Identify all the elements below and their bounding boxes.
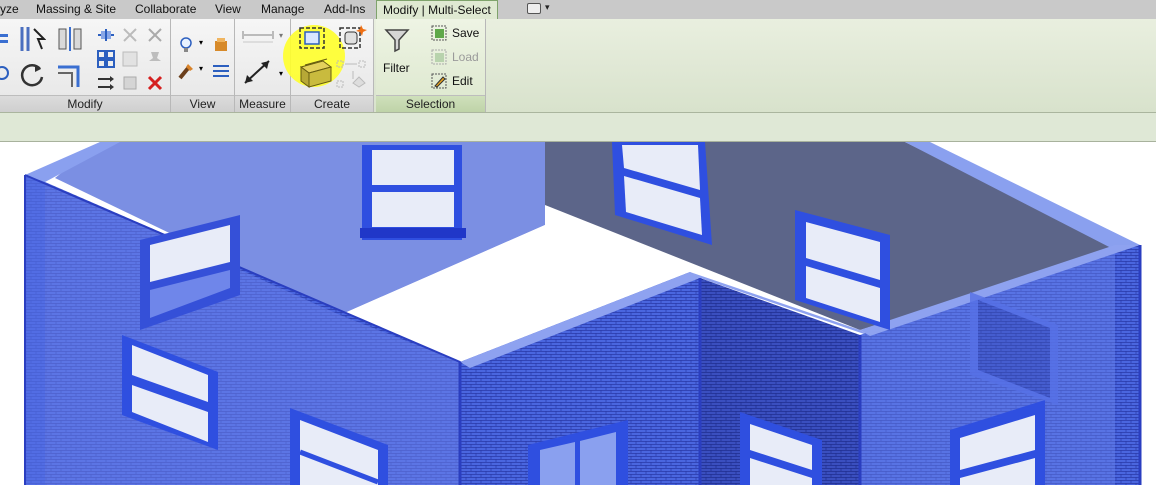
load-selection-icon[interactable] (431, 49, 447, 65)
panel-modify-label: Modify (0, 95, 170, 112)
create-group-icon[interactable] (297, 25, 327, 51)
aligned-dimension-icon[interactable] (241, 57, 275, 87)
create-assembly-icon[interactable] (337, 23, 367, 51)
panel-measure: ▾ ▾ Measure (235, 19, 291, 112)
lightbulb-override-icon[interactable] (177, 35, 197, 55)
save-selection-icon[interactable] (431, 25, 447, 41)
trim-extend-icon[interactable] (56, 61, 84, 89)
edit-selection-button[interactable]: Edit (452, 74, 473, 88)
panel-view: ▾ ▾ View (171, 19, 235, 112)
hide-element-icon[interactable] (211, 35, 231, 55)
offset-icon[interactable] (18, 25, 46, 53)
ribbon-options-dropdown-icon[interactable]: ▾ (545, 2, 550, 13)
align-icon[interactable] (0, 31, 16, 51)
panel-view-label: View (171, 95, 234, 112)
delete-icon[interactable] (145, 73, 165, 93)
tab-modify-multi-select[interactable]: Modify | Multi-Select (376, 0, 498, 19)
split-icon[interactable] (96, 73, 116, 93)
tab-manage[interactable]: Manage (261, 0, 304, 19)
filter-button-label[interactable]: Filter (383, 61, 410, 75)
tab-analyze[interactable]: yze (0, 0, 19, 19)
dimension-dropdown-icon[interactable]: ▾ (279, 69, 283, 78)
rotate-copy-icon[interactable] (120, 25, 140, 45)
array-icon[interactable] (96, 49, 116, 69)
options-bar (0, 113, 1156, 142)
move-icon[interactable] (0, 63, 16, 83)
tab-add-ins[interactable]: Add-Ins (324, 0, 365, 19)
measure-between-references-icon[interactable] (241, 27, 275, 47)
pin-icon[interactable] (120, 73, 140, 93)
tab-massing-site[interactable]: Massing & Site (36, 0, 116, 19)
panel-selection: Filter Save Load Edit Selection (376, 19, 486, 112)
ribbon-tab-bar: yze Massing & Site Collaborate View Mana… (0, 0, 1156, 20)
panel-measure-label: Measure (235, 95, 290, 112)
override-dropdown-icon[interactable]: ▾ (199, 38, 203, 47)
unpin-icon[interactable] (145, 25, 165, 45)
save-selection-button[interactable]: Save (452, 26, 479, 40)
load-selection-button[interactable]: Load (452, 50, 479, 64)
rotate-icon[interactable] (18, 61, 46, 89)
minimize-ribbon-icon[interactable] (527, 3, 541, 14)
building-model-3d (24, 142, 1142, 485)
panel-create-label: Create (291, 95, 373, 112)
create-parts-icon[interactable] (297, 57, 335, 91)
linework-dropdown-icon[interactable]: ▾ (199, 64, 203, 73)
panel-create: Create (283, 19, 374, 112)
pin-gray-icon[interactable] (145, 49, 165, 69)
scale-icon[interactable] (120, 49, 140, 69)
filter-icon[interactable] (384, 27, 410, 53)
mirror-pick-axis-icon[interactable] (56, 25, 84, 53)
edit-selection-icon[interactable] (431, 73, 447, 89)
linework-icon[interactable] (211, 61, 231, 81)
3d-viewport[interactable] (0, 142, 1156, 485)
panel-selection-label: Selection (376, 95, 485, 112)
copy-icon[interactable] (96, 25, 116, 45)
ribbon: Modify ▾ ▾ View ▾ ▾ Measure Create Filte… (0, 19, 1156, 113)
create-similar-icon[interactable] (335, 57, 369, 91)
window-back-left-top[interactable] (360, 145, 466, 240)
tab-collaborate[interactable]: Collaborate (135, 0, 196, 19)
measure-dropdown-icon[interactable]: ▾ (279, 31, 283, 40)
paint-brush-icon[interactable] (177, 61, 197, 81)
panel-modify: Modify (0, 19, 171, 112)
tab-view[interactable]: View (215, 0, 241, 19)
